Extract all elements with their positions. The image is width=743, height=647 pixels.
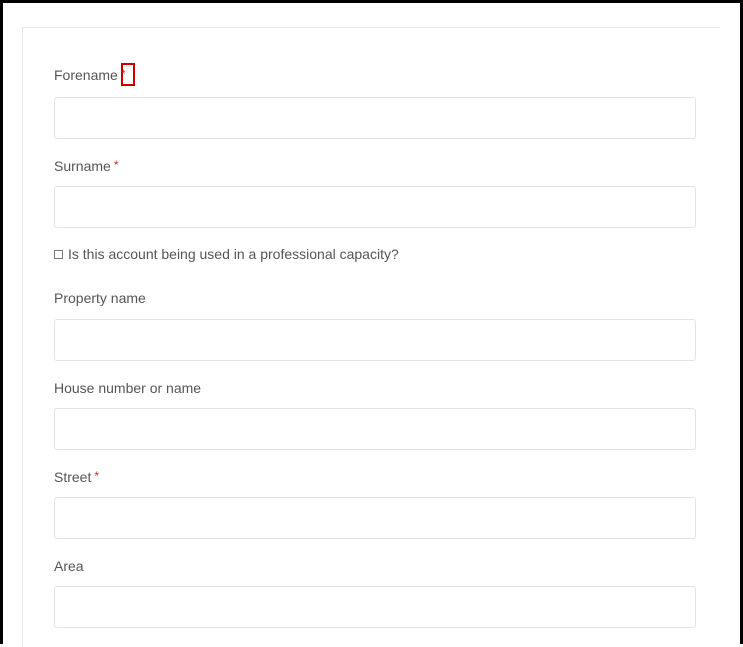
professional-capacity-checkbox[interactable] (54, 249, 63, 259)
required-asterisk-highlight-box (121, 63, 135, 86)
forename-label-text: Forename (54, 67, 118, 83)
surname-input[interactable] (54, 186, 696, 228)
property-name-input[interactable] (54, 319, 696, 361)
property-name-label-text: Property name (54, 290, 146, 306)
professional-capacity-row[interactable]: Is this account being used in a professi… (54, 246, 399, 262)
required-asterisk: * (113, 158, 119, 172)
area-label: Area (54, 558, 84, 574)
street-input[interactable] (54, 497, 696, 539)
area-input[interactable] (54, 586, 696, 628)
area-label-text: Area (54, 558, 84, 574)
required-asterisk: * (94, 469, 100, 483)
professional-capacity-label: Is this account being used in a professi… (68, 246, 399, 262)
house-number-label: House number or name (54, 380, 201, 396)
house-number-input[interactable] (54, 408, 696, 450)
surname-label-text: Surname (54, 158, 111, 174)
forename-input[interactable] (54, 97, 696, 139)
street-label: Street * (54, 469, 99, 485)
house-number-label-text: House number or name (54, 380, 202, 396)
street-label-text: Street (54, 469, 92, 485)
forename-label: Forename * (54, 67, 125, 83)
property-name-label: Property name (54, 290, 146, 306)
surname-label: Surname * (54, 158, 118, 174)
